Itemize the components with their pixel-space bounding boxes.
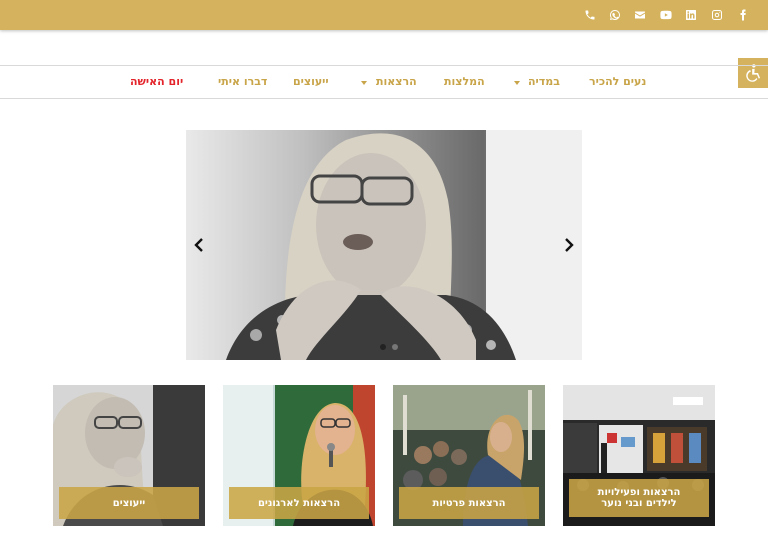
card-label[interactable]: הרצאות ופעילויות לילדים ובני נוער: [569, 479, 709, 517]
whatsapp-icon[interactable]: [608, 8, 622, 22]
chevron-left-icon[interactable]: [192, 238, 206, 252]
chevron-right-icon[interactable]: [562, 238, 576, 252]
card-kids-lectures[interactable]: הרצאות ופעילויות לילדים ובני נוער: [563, 385, 715, 526]
nav-item-consulting[interactable]: ייעוצים: [293, 75, 329, 89]
phone-icon[interactable]: [583, 8, 597, 22]
slider-dot[interactable]: [392, 344, 398, 350]
slide-image: [186, 130, 582, 360]
card-private-lectures[interactable]: הרצאות פרטיות: [393, 385, 545, 526]
nav-item-lectures[interactable]: הרצאות: [376, 75, 417, 89]
hero-slider[interactable]: [186, 130, 582, 360]
card-label[interactable]: הרצאות פרטיות: [399, 487, 539, 519]
instagram-icon[interactable]: [710, 8, 724, 22]
nav-item-contact[interactable]: דברו איתי: [218, 75, 267, 89]
slider-dot[interactable]: [380, 344, 386, 350]
top-bar: [0, 0, 768, 30]
email-icon[interactable]: [633, 8, 647, 22]
card-label[interactable]: הרצאות לארגונים: [229, 487, 369, 519]
card-consulting[interactable]: ייעוצים: [53, 385, 205, 526]
linkedin-icon[interactable]: [684, 8, 698, 22]
nav-item-womens-day[interactable]: יום האישה: [130, 75, 183, 89]
nav-item-recommendations[interactable]: המלצות: [444, 75, 485, 89]
nav-item-media[interactable]: במדיה: [528, 75, 560, 89]
card-org-lectures[interactable]: הרצאות לארגונים: [223, 385, 375, 526]
nav-item-about[interactable]: נעים להכיר: [589, 75, 646, 89]
card-label[interactable]: ייעוצים: [59, 487, 199, 519]
card-label-text: הרצאות ופעילויות לילדים ובני נוער: [597, 487, 681, 509]
youtube-icon[interactable]: [659, 8, 673, 22]
main-nav: נעים להכיר במדיה המלצות הרצאות ייעוצים ד…: [0, 65, 768, 99]
chevron-down-icon[interactable]: [361, 81, 367, 85]
slider-dots: [380, 344, 398, 350]
chevron-down-icon[interactable]: [514, 81, 520, 85]
facebook-icon[interactable]: [736, 8, 750, 22]
